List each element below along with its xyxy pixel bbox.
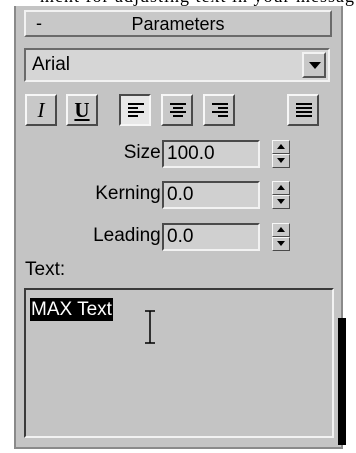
align-center-button[interactable] [161, 94, 193, 126]
align-justify-button[interactable] [287, 94, 319, 126]
rollout-title: Parameters [131, 14, 225, 34]
dropdown-arrow-icon[interactable] [302, 52, 326, 78]
spinner-up-icon[interactable] [272, 223, 290, 237]
align-right-icon [212, 103, 228, 117]
spinner-down-icon[interactable] [272, 195, 290, 209]
size-spinner[interactable] [272, 140, 290, 168]
scrollbar-thumb[interactable] [338, 318, 346, 445]
spinner-up-icon[interactable] [272, 140, 290, 154]
kerning-spinner[interactable] [272, 181, 290, 209]
leading-spinner[interactable] [272, 223, 290, 251]
spinner-up-icon[interactable] [272, 181, 290, 195]
selected-text: MAX Text [30, 298, 113, 321]
rollout-header[interactable]: - Parameters [24, 10, 332, 37]
font-dropdown[interactable]: Arial [24, 48, 330, 82]
italic-icon: I [37, 98, 45, 122]
align-center-icon [170, 103, 186, 117]
kerning-field[interactable]: 0.0 [162, 181, 260, 209]
spinner-down-icon[interactable] [272, 237, 290, 251]
text-cursor-icon [145, 310, 155, 344]
underline-button[interactable]: U [66, 94, 98, 126]
italic-button[interactable]: I [25, 94, 57, 126]
size-label: Size: [123, 142, 166, 163]
font-dropdown-value: Arial [32, 54, 71, 75]
align-justify-icon [296, 103, 312, 117]
kerning-label: Kerning: [95, 183, 166, 204]
kerning-value: 0.0 [167, 184, 194, 205]
size-field[interactable]: 100.0 [162, 140, 260, 168]
leading-label: Leading: [93, 225, 166, 246]
text-input-area[interactable]: MAX Text [24, 288, 334, 438]
spinner-down-icon[interactable] [272, 154, 290, 168]
leading-field[interactable]: 0.0 [162, 223, 260, 251]
underline-icon: U [74, 98, 90, 122]
align-right-button[interactable] [203, 94, 235, 126]
align-left-button[interactable] [119, 94, 151, 126]
parameters-rollout-panel: - Parameters Arial I U Size: 100.0 Kerni… [14, 6, 343, 449]
text-label: Text: [25, 259, 66, 280]
size-value: 100.0 [167, 143, 215, 164]
leading-value: 0.0 [167, 226, 194, 247]
align-left-icon [128, 103, 144, 117]
